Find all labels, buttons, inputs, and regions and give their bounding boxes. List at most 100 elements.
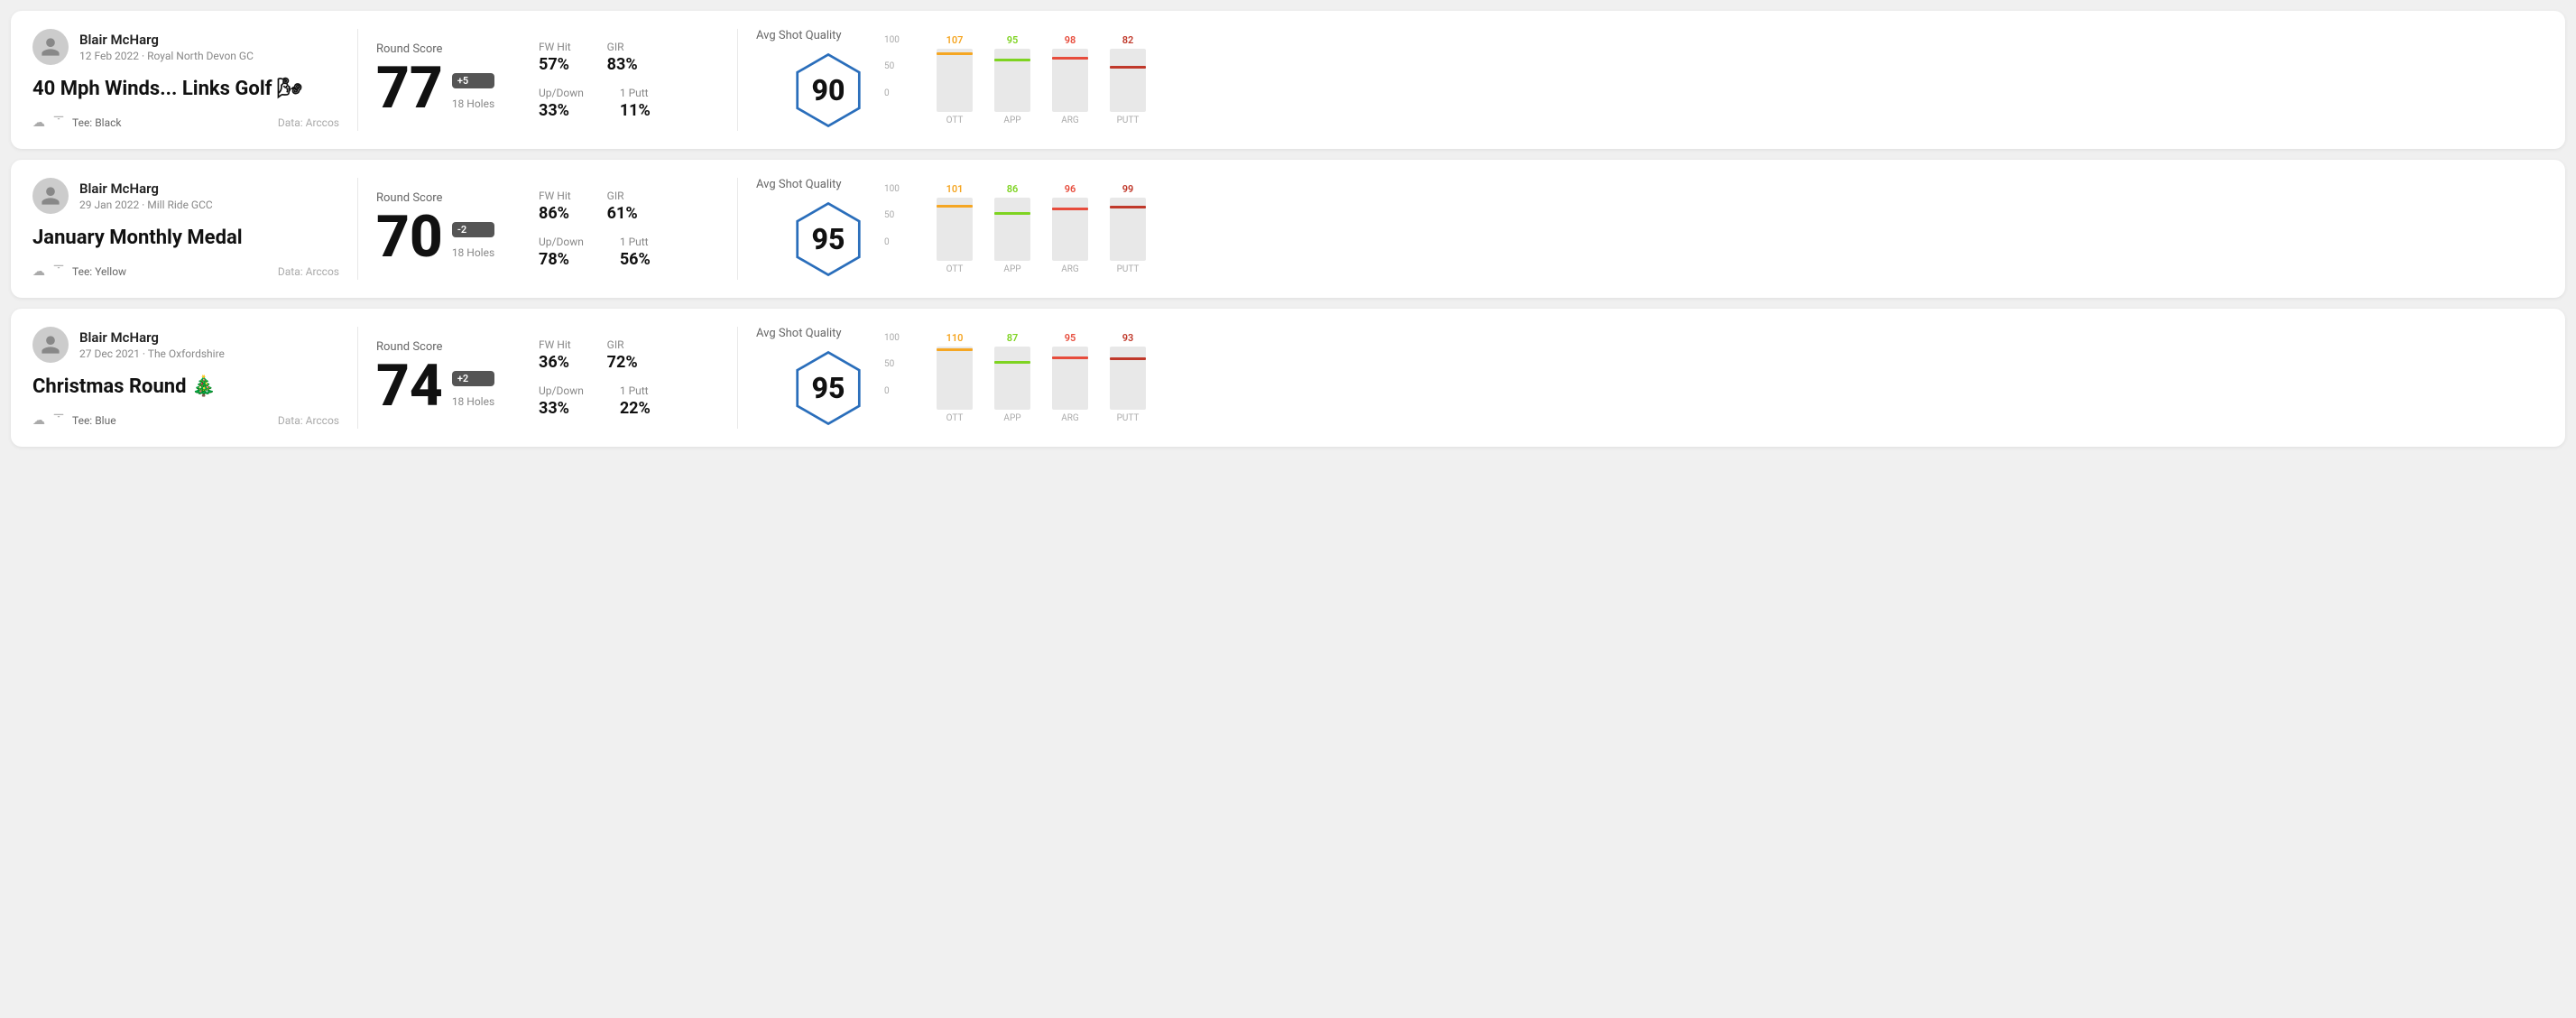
one-putt-stat: 1 Putt 11% (620, 87, 651, 120)
one-putt-stat-value: 11% (620, 101, 651, 120)
tee-icon (52, 115, 65, 131)
bar-column: 93PUTT (1110, 347, 1146, 423)
user-text: Blair McHarg27 Dec 2021 · The Oxfordshir… (79, 329, 225, 360)
bar-axis-label: OTT (946, 413, 964, 423)
chart-section: 100500110OTT87APP95ARG93PUTT (900, 327, 2544, 429)
score-badge-col: -2 18 Holes (452, 222, 494, 266)
quality-label: Avg Shot Quality (756, 29, 842, 42)
stats-bottom-row: Up/Down78%1 Putt56% (539, 236, 719, 269)
gir-stat-value: 61% (607, 204, 638, 223)
bar-column: 101OTT (937, 198, 973, 274)
stats-bottom-row: Up/Down33% 1 Putt 11% (539, 87, 719, 120)
bar-column: 95APP (994, 49, 1030, 125)
bar-line (1110, 206, 1146, 208)
bar-background (1052, 347, 1088, 410)
updown-stat-value: 78% (539, 250, 584, 269)
score-row: 77+518 Holes (376, 60, 539, 117)
bar-axis-label: ARG (1061, 116, 1079, 125)
score-section: Round Score74+218 Holes (376, 327, 539, 429)
user-text: Blair McHarg29 Jan 2022 · Mill Ride GCC (79, 180, 213, 211)
vertical-divider (357, 29, 358, 131)
bar-line (994, 59, 1030, 61)
avatar (32, 327, 69, 363)
one-putt-stat-label: 1 Putt (620, 384, 651, 397)
tee-info: ☁Tee: Yellow (32, 264, 126, 280)
bar-background (994, 347, 1030, 410)
fw-hit-stat-label: FW Hit (539, 41, 571, 53)
bar-column: 99PUTT (1110, 198, 1146, 274)
bar-chart-wrapper: 100500110OTT87APP95ARG93PUTT (909, 333, 2544, 423)
bar-column: 82PUTT (1110, 49, 1146, 125)
data-source: Data: Arccos (278, 265, 339, 278)
bar-background (994, 49, 1030, 112)
quality-score: 90 (812, 73, 845, 107)
round-card: Blair McHarg12 Feb 2022 · Royal North De… (11, 11, 2565, 149)
chart-section: 100500101OTT86APP96ARG99PUTT (900, 178, 2544, 280)
updown-stat: Up/Down 33% (539, 384, 584, 418)
bar-chart: 107OTT95APP98ARG82PUTT (937, 35, 2544, 125)
bar-value-label: 95 (1065, 332, 1076, 344)
chart-section: 100500107OTT95APP98ARG82PUTT (900, 29, 2544, 131)
user-text: Blair McHarg12 Feb 2022 · Royal North De… (79, 32, 254, 62)
fw-hit-stat-value: 57% (539, 55, 571, 74)
person-icon (40, 334, 61, 356)
stats-top-row: FW Hit36% GIR72% (539, 338, 719, 372)
bar-background (1110, 347, 1146, 410)
gir-stat-value: 72% (607, 353, 638, 372)
bar-line (937, 205, 973, 208)
score-badge: +5 (452, 73, 494, 88)
updown-stat: Up/Down33% (539, 87, 584, 120)
updown-stat-label: Up/Down (539, 384, 584, 397)
round-footer: ☁Tee: Yellow Data: Arccos (32, 264, 339, 280)
bar-value-label: 95 (1007, 34, 1019, 46)
round-left-section: Blair McHarg29 Jan 2022 · Mill Ride GCC J… (32, 178, 339, 280)
avatar (32, 178, 69, 214)
stats-top-row: FW Hit86%GIR61% (539, 190, 719, 223)
updown-stat-value: 33% (539, 399, 584, 418)
quality-label: Avg Shot Quality (756, 178, 842, 191)
fw-hit-stat: FW Hit36% (539, 338, 571, 372)
updown-stat-label: Up/Down (539, 236, 584, 248)
bar-value-label: 96 (1065, 183, 1076, 195)
round-title: January Monthly Medal (32, 227, 339, 258)
tee-icon (52, 412, 65, 429)
fw-hit-stat: FW Hit86% (539, 190, 571, 223)
bar-value-label: 93 (1122, 332, 1134, 344)
bar-background (937, 198, 973, 261)
bar-axis-label: APP (1003, 116, 1020, 125)
updown-stat-value: 33% (539, 101, 584, 120)
person-icon (40, 36, 61, 58)
tee-icon (52, 264, 65, 280)
bar-value-label: 101 (946, 183, 964, 195)
fw-hit-stat: FW Hit 57% (539, 41, 571, 74)
bar-axis-label: OTT (946, 264, 964, 274)
bar-value-label: 86 (1007, 183, 1019, 195)
gir-stat-value: 83% (607, 55, 638, 74)
data-source: Data: Arccos (278, 116, 339, 129)
gir-stat: GIR72% (607, 338, 638, 372)
round-footer: ☁Tee: BlueData: Arccos (32, 412, 339, 429)
score-badge: +2 (452, 371, 494, 386)
bar-axis-label: PUTT (1117, 413, 1140, 423)
bar-line (994, 212, 1030, 215)
stats-section: FW Hit 57% GIR83% Up/Down33% 1 Putt 11% (539, 29, 719, 131)
weather-icon: ☁ (32, 264, 45, 279)
gir-stat: GIR83% (607, 41, 638, 74)
score-badge-col: +218 Holes (452, 371, 494, 415)
fw-hit-stat-value: 36% (539, 353, 571, 372)
quality-section: Avg Shot Quality95 (756, 178, 900, 280)
stats-bottom-row: Up/Down 33% 1 Putt 22% (539, 384, 719, 418)
bar-column: 96ARG (1052, 198, 1088, 274)
score-number: 70 (376, 208, 443, 266)
user-info: Blair McHarg29 Jan 2022 · Mill Ride GCC (32, 178, 339, 214)
avatar (32, 29, 69, 65)
bar-line (1052, 356, 1088, 359)
holes-label: 18 Holes (452, 246, 494, 259)
bar-value-label: 107 (946, 34, 964, 46)
user-name: Blair McHarg (79, 329, 225, 346)
score-badge: -2 (452, 222, 494, 237)
one-putt-stat-label: 1 Putt (620, 87, 651, 99)
bar-line (937, 348, 973, 351)
user-name: Blair McHarg (79, 32, 254, 48)
one-putt-stat-value: 22% (620, 399, 651, 418)
